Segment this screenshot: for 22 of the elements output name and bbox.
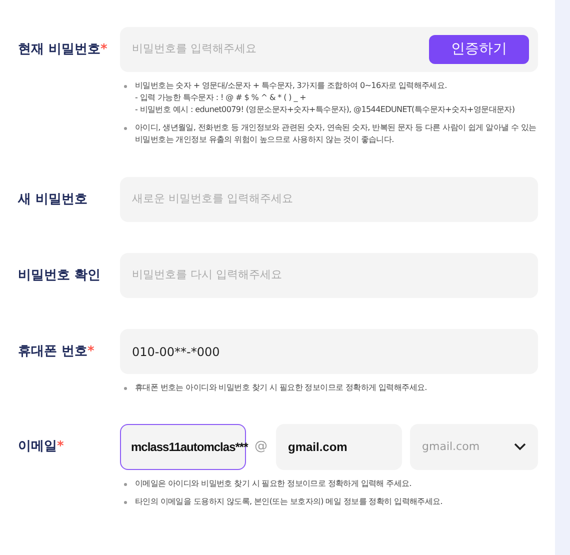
help-text: 휴대폰 번호는 아이디와 비밀번호 찾기 시 필요한 정보이므로 정확하게 입력해주세요. — [135, 382, 427, 394]
field-label: 이메일* — [18, 438, 64, 456]
help-text: 이메일은 아이디와 비밀번호 찾기 시 필요한 정보이므로 정확하게 입력해 주세요. — [135, 478, 412, 490]
at-sign: @ — [254, 438, 268, 456]
bullet-icon — [124, 127, 127, 130]
verify-button[interactable]: 인증하기 — [429, 35, 529, 64]
chevron-down-icon — [514, 443, 526, 451]
email-domain-field[interactable]: gmail.com — [276, 424, 402, 470]
bullet-icon — [124, 387, 127, 390]
field-label: 휴대폰 번호* — [18, 342, 94, 361]
input-field[interactable]: 010-00**-*000 — [120, 329, 538, 374]
input-field[interactable]: 비밀번호를 입력해주세요 인증하기 — [120, 27, 538, 72]
field-label: 비밀번호 확인 — [18, 266, 101, 285]
help-text: 비밀번호는 숫자 + 영문대/소문자 + 특수문자, 3가지를 조합하여 0~16자로 입력해주세요. - 입력 가능한 특수문자 : ! @ # $ % ^ & * ( ) _ + - 비밀번호 예시 : edunet0079! (영문소문자+숫자+특수문자), @1544EDUNET(특수문자+숫자+영문대문자) — [135, 80, 515, 116]
domain-select[interactable]: gmail.com — [410, 424, 538, 470]
bullet-icon — [124, 85, 127, 88]
field-label: 새 비밀번호 — [18, 190, 88, 209]
bullet-icon — [124, 483, 127, 486]
field-label: 현재 비밀번호* — [18, 40, 108, 59]
bullet-icon — [124, 501, 127, 504]
help-text: 타인의 이메일을 도용하지 않도록, 본인(또는 보호자의) 메일 정보를 정확히 입력해주세요. — [135, 496, 443, 508]
help-text: 아이디, 생년월일, 전화번호 등 개인정보와 관련된 숫자, 연속된 숫자, 반복된 문자 등 다른 사람이 쉽게 알아낼 수 있는 비밀번호는 개인정보 유출의 위험이 높으므로 사용하지 않는 것이 좋습니다. — [135, 122, 538, 146]
